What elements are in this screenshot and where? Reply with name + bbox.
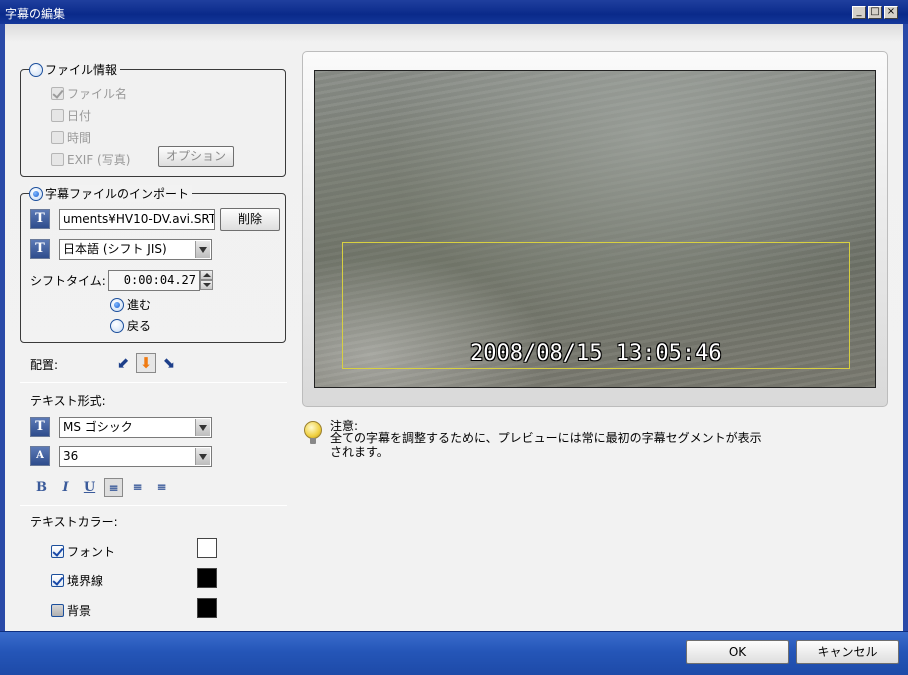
font-color-checkbox[interactable] [51,545,64,558]
date-label: 日付 [67,109,92,123]
text-format-label: テキスト形式: [30,394,106,408]
shift-time-field[interactable]: 0:00:04.27 [108,270,200,291]
window-title: 字幕の編集 [5,7,66,21]
exif-option[interactable]: EXIF (写真) [51,151,130,168]
font-color-swatch[interactable] [197,538,217,558]
text-color-label: テキストカラー: [30,515,118,529]
chevron-down-icon[interactable] [195,241,210,258]
forward-option[interactable]: 進む [110,296,151,313]
placement-label: 配置: [30,358,59,372]
lightbulb-icon [304,421,322,444]
forward-radio[interactable] [110,297,124,312]
font-select[interactable]: MS ゴシック [59,417,212,438]
subtitle-file-icon[interactable]: T [30,209,50,229]
italic-button[interactable]: I [56,478,75,497]
font-icon: T [30,417,50,437]
font-size-value: 36 [63,449,79,463]
background-color-checkbox[interactable] [51,604,64,617]
filename-label: ファイル名 [67,87,128,101]
date-checkbox[interactable] [51,109,64,122]
time-checkbox[interactable] [51,131,64,144]
shift-time-stepper[interactable] [200,270,213,290]
stepper-up-icon[interactable] [200,270,213,280]
chevron-down-icon[interactable] [195,419,210,436]
font-color-label: フォント [67,545,116,559]
ok-button[interactable]: OK [686,640,789,664]
file-info-radio[interactable] [29,62,43,77]
chevron-down-icon[interactable] [195,448,210,465]
border-color-swatch[interactable] [197,568,217,588]
minimize-button[interactable]: _ [852,6,866,19]
time-label: 時間 [67,131,92,145]
background-color-swatch[interactable] [197,598,217,618]
background-color-label: 背景 [67,604,92,618]
close-button[interactable]: × [884,6,898,19]
video-preview[interactable]: 2008/08/15 13:05:46 [314,70,876,388]
back-radio[interactable] [110,318,124,333]
exif-label: EXIF (写真) [67,153,131,167]
forward-label: 進む [127,298,152,312]
date-option[interactable]: 日付 [51,107,91,124]
font-color-option[interactable]: フォント [51,543,115,560]
subtitle-path-field[interactable]: uments¥HV10-DV.avi.SRT [59,209,215,230]
stepper-down-icon[interactable] [200,280,213,290]
exif-checkbox[interactable] [51,153,64,166]
align-bottom-left-icon[interactable]: ⬋ [114,354,132,372]
shift-time-label: シフトタイム: [30,274,106,288]
subtitle-edit-window: 字幕の編集 _ □ × ファイル情報 ファイル名 日付 時間 EXIF (写真)… [0,0,908,675]
underline-button[interactable]: U [80,478,99,497]
filename-option[interactable]: ファイル名 [51,85,127,102]
border-color-option[interactable]: 境界線 [51,572,103,589]
maximize-button[interactable]: □ [868,6,882,19]
subtitle-timestamp: 2008/08/15 13:05:46 [470,341,722,366]
align-bottom-right-icon[interactable]: ⬊ [160,354,178,372]
import-legend: 字幕ファイルのインポート [45,187,190,201]
file-info-legend: ファイル情報 [45,63,118,77]
filename-checkbox[interactable] [51,87,64,100]
time-option[interactable]: 時間 [51,129,91,146]
back-option[interactable]: 戻る [110,317,151,334]
encoding-select[interactable]: 日本語 (シフト JIS) [59,239,212,260]
background-color-option[interactable]: 背景 [51,602,91,619]
title-bar[interactable]: 字幕の編集 _ □ × [0,0,908,24]
import-radio[interactable] [29,186,43,201]
back-label: 戻る [127,319,152,333]
divider [20,382,287,383]
cancel-button[interactable]: キャンセル [796,640,899,664]
divider [20,505,287,506]
note-body: 全ての字幕を調整するために、プレビューには常に最初の字幕セグメントが表示されます… [330,431,762,459]
delete-button[interactable]: 削除 [220,208,280,231]
border-color-label: 境界線 [67,574,104,588]
font-size-select[interactable]: 36 [59,446,212,467]
font-size-icon: A [30,446,50,466]
align-center-icon[interactable]: ≡ [128,478,147,497]
option-button[interactable]: オプション [158,146,234,167]
font-value: MS ゴシック [63,420,133,434]
bold-button[interactable]: B [32,478,51,497]
align-bottom-center-icon[interactable]: ⬇ [136,353,156,373]
encoding-value: 日本語 (シフト JIS) [63,242,167,256]
border-color-checkbox[interactable] [51,574,64,587]
align-left-icon[interactable]: ≡ [104,478,123,497]
align-right-icon[interactable]: ≡ [152,478,171,497]
encoding-icon: T [30,239,50,259]
